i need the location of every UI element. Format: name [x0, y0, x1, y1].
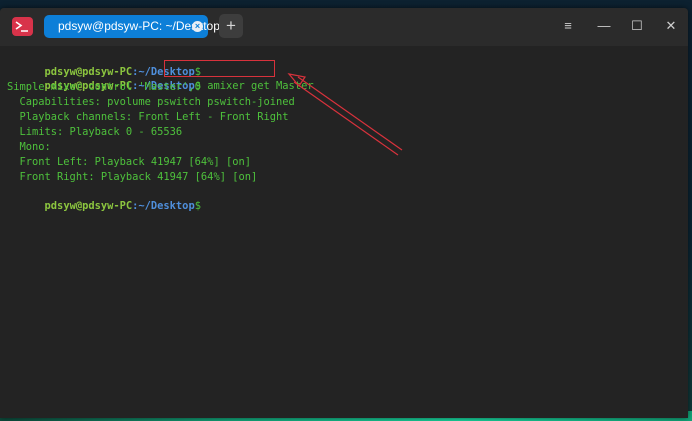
tab-close-icon[interactable]: ×: [192, 21, 203, 32]
terminal-window: pdsyw@pdsyw-PC: ~/Desktop × + ≡ — ☐ ✕ pd…: [0, 8, 688, 418]
annotation-arrow-icon: [287, 73, 403, 156]
minimize-button[interactable]: —: [596, 18, 612, 34]
tab-terminal[interactable]: pdsyw@pdsyw-PC: ~/Desktop ×: [44, 15, 220, 38]
maximize-button[interactable]: ☐: [629, 18, 645, 34]
menu-icon[interactable]: ≡: [560, 18, 576, 34]
title-bar: pdsyw@pdsyw-PC: ~/Desktop × + ≡ — ☐ ✕: [0, 8, 688, 46]
close-button[interactable]: ✕: [663, 18, 679, 34]
terminal-icon: [12, 17, 33, 36]
terminal-output-area[interactable]: pdsyw@pdsyw-PC:~/Desktop$ pdsyw@pdsyw-PC…: [0, 46, 688, 418]
new-tab-button[interactable]: +: [219, 14, 243, 38]
